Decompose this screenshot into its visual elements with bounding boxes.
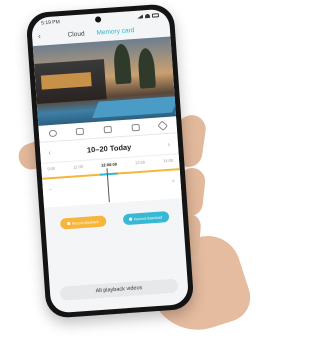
all-playback-videos-button[interactable]: All playback videos: [59, 278, 179, 301]
record-icon[interactable]: [75, 127, 85, 135]
tab-cloud[interactable]: Cloud: [61, 30, 90, 39]
record-download-label: Record download: [133, 215, 163, 221]
expand-icon[interactable]: [157, 119, 169, 131]
video-preview[interactable]: [32, 36, 177, 126]
download-icon: [129, 217, 133, 221]
timeline-current-time: 12:00:00: [100, 161, 118, 168]
timeline-tick: 13:00: [134, 159, 146, 166]
front-camera: [95, 16, 102, 23]
playback-timeline[interactable]: 9:00 11:00 12:00:00 13:00 14:00 − +: [40, 153, 182, 208]
zoom-in-button[interactable]: +: [171, 179, 174, 185]
timeline-tick: 9:00: [47, 165, 56, 172]
phone-screen: 5:19 PM ‹ Cloud Memory card ‹ 10–20 Toda…: [30, 8, 190, 314]
speaker-icon[interactable]: [103, 125, 112, 133]
prev-day-icon[interactable]: ‹: [48, 148, 51, 157]
status-icons: [137, 13, 160, 19]
signal-icon: [137, 14, 143, 18]
record-playback-label: Record playback: [71, 219, 99, 226]
status-time: 5:19 PM: [41, 19, 61, 27]
event-track: [99, 172, 118, 176]
back-arrow-icon[interactable]: ‹: [38, 32, 41, 41]
wifi-icon: [144, 13, 151, 19]
record-download-button[interactable]: Record download: [122, 211, 169, 226]
timeline-tick: 11:00: [73, 163, 84, 170]
snapshot-icon[interactable]: [48, 129, 57, 137]
phone-frame: 5:19 PM ‹ Cloud Memory card ‹ 10–20 Toda…: [25, 3, 195, 319]
fullscreen-icon[interactable]: [131, 123, 140, 131]
tab-memory-card[interactable]: Memory card: [90, 26, 140, 36]
timeline-tick: 14:00: [162, 157, 174, 164]
all-playback-videos-label: All playback videos: [95, 285, 143, 295]
battery-icon: [151, 13, 160, 18]
zoom-out-button[interactable]: −: [49, 187, 52, 193]
date-label: 10–20 Today: [86, 141, 132, 155]
next-day-icon[interactable]: ›: [167, 139, 170, 148]
record-playback-button[interactable]: Record playback: [59, 215, 107, 230]
tree-image: [112, 43, 132, 85]
tree-image: [137, 47, 156, 89]
record-icon: [66, 221, 70, 226]
pool-image: [92, 96, 177, 119]
